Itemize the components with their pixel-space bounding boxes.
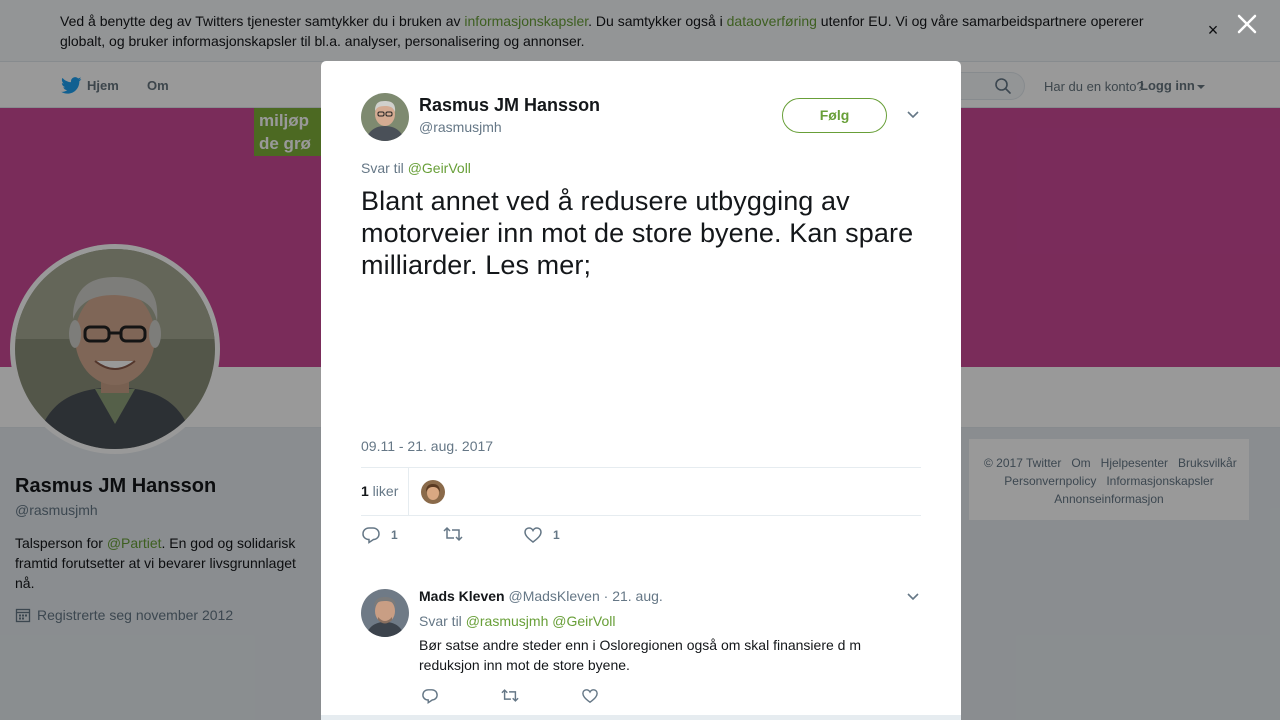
reply-label: Svar til [419,613,466,629]
reply-icon [362,527,380,544]
chevron-down-icon[interactable] [905,109,921,121]
close-icon[interactable] [1235,12,1259,36]
reply-text: Bør satse andre steder enn i Osloregione… [419,637,862,673]
tweet-stats: 1 liker [361,467,921,516]
modal-divider [321,715,961,720]
reply-context: Svar til @GeirVoll [361,160,471,176]
reply-date[interactable]: · 21. aug. [600,588,663,604]
reply-author-avatar[interactable] [361,589,409,637]
reply-author-name[interactable]: Mads Kleven [419,588,505,604]
retweet-icon[interactable] [501,688,519,703]
stats-divider [408,468,409,515]
reply-to-user-link[interactable]: @GeirVoll [408,160,471,176]
tweet-timestamp[interactable]: 09.11 - 21. aug. 2017 [361,438,493,454]
avatar-photo [421,480,445,504]
retweet-icon [443,526,463,542]
likes-count[interactable]: 1 liker [361,483,398,499]
reply-icon[interactable] [421,688,439,704]
tweet-actions: 1 1 [361,526,921,548]
reply-context: Svar til @rasmusjmh @GeirVoll [419,613,615,629]
chevron-down-icon[interactable] [905,591,921,603]
reply-to-user-link[interactable]: @GeirVoll [552,613,615,629]
avatar-photo [361,93,409,141]
reply-header: Mads Kleven @MadsKleven · 21. aug. [419,588,663,604]
reply-author-handle[interactable]: @MadsKleven [508,588,599,604]
follow-button[interactable]: Følg [782,98,887,133]
tweet-text: Blant annet ved å redusere utbygging av … [361,186,914,280]
reply-tweet[interactable]: Mads Kleven @MadsKleven · 21. aug. Svar … [321,573,961,720]
tweet-author-avatar[interactable] [361,93,409,141]
likes-label: liker [368,483,399,499]
reply-button[interactable]: 1 [361,526,398,544]
heart-icon [524,527,542,543]
tweet-author-handle[interactable]: @rasmusjmh [419,119,502,135]
reply-to-user-link[interactable]: @rasmusjmh [466,613,549,629]
tweet-modal: Rasmus JM Hansson @rasmusjmh Følg Svar t… [321,61,961,720]
like-button[interactable]: 1 [523,526,560,544]
reply-actions [419,688,719,706]
like-count: 1 [553,528,560,542]
reply-label: Svar til [361,160,408,176]
liker-avatar[interactable] [421,480,445,504]
avatar-photo [361,589,409,637]
likes-number: 1 [361,483,369,499]
reply-count: 1 [391,528,398,542]
tweet-author-name[interactable]: Rasmus JM Hansson [419,95,600,116]
retweet-button[interactable] [443,526,473,542]
heart-icon[interactable] [581,688,599,704]
